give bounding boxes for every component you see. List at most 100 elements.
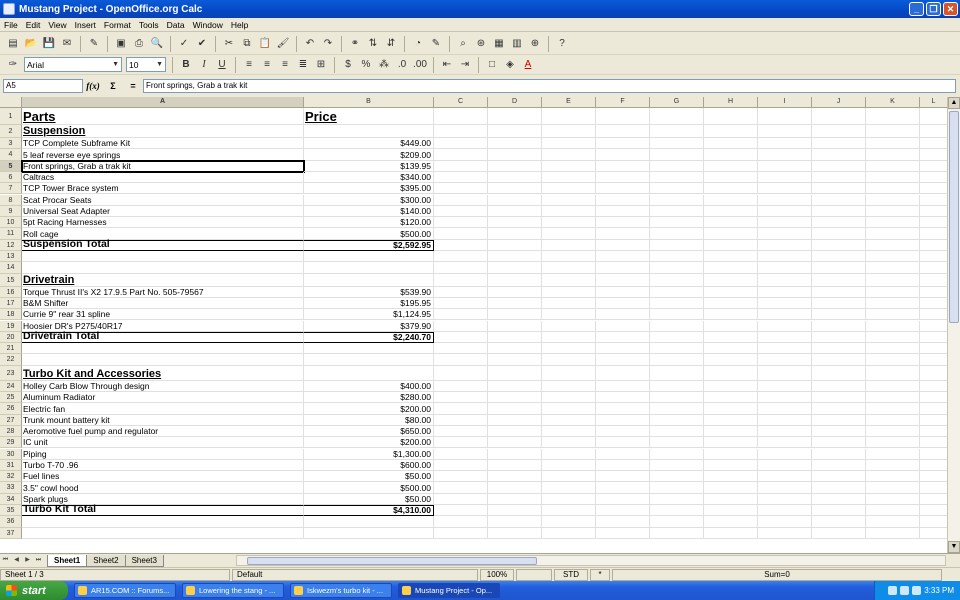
scroll-down-icon[interactable]: ▼	[948, 541, 960, 553]
tab-sheet1[interactable]: Sheet1	[47, 554, 88, 567]
cell-empty[interactable]	[488, 425, 542, 438]
cell-empty[interactable]	[866, 505, 920, 517]
autospell-icon[interactable]: ✔	[194, 36, 210, 52]
cell-empty[interactable]	[434, 493, 488, 505]
cell-empty[interactable]	[920, 381, 947, 392]
cell-empty[interactable]	[542, 171, 596, 184]
cell-empty[interactable]	[434, 354, 488, 366]
cell-empty[interactable]	[704, 194, 758, 206]
cell-empty[interactable]	[920, 321, 947, 332]
open-folder-icon[interactable]: 📂	[23, 36, 39, 52]
cell-empty[interactable]	[650, 414, 704, 426]
cell-empty[interactable]	[920, 449, 947, 460]
column-header-a[interactable]: A	[22, 97, 304, 108]
cell-empty[interactable]	[596, 392, 650, 404]
cell-empty[interactable]	[812, 414, 866, 426]
row-header[interactable]: 23	[0, 365, 22, 381]
cell-empty[interactable]	[920, 392, 947, 404]
cell-empty[interactable]	[542, 228, 596, 240]
cell-empty[interactable]	[650, 125, 704, 138]
cell-parts[interactable]: Suspension	[22, 125, 304, 138]
row-header[interactable]: 36	[0, 516, 22, 528]
cell-empty[interactable]	[758, 493, 812, 505]
row-header[interactable]: 10	[0, 217, 22, 229]
cell-empty[interactable]	[542, 471, 596, 483]
cell-empty[interactable]	[596, 365, 650, 381]
cell-empty[interactable]	[434, 171, 488, 184]
cell-empty[interactable]	[812, 354, 866, 366]
row-header[interactable]: 16	[0, 286, 22, 298]
cell-parts[interactable]	[22, 354, 304, 366]
next-sheet-icon[interactable]: ▶	[22, 555, 33, 566]
cell-empty[interactable]	[920, 482, 947, 494]
cell-empty[interactable]	[812, 425, 866, 438]
cell-empty[interactable]	[434, 403, 488, 415]
cell-empty[interactable]	[704, 516, 758, 528]
cell-empty[interactable]	[758, 459, 812, 472]
cell-empty[interactable]	[812, 171, 866, 184]
add-decimal-icon[interactable]: .0	[394, 57, 410, 73]
cell-empty[interactable]	[596, 309, 650, 321]
first-sheet-icon[interactable]: ⏮	[0, 555, 11, 566]
sort-ascending-icon[interactable]: ⇅	[365, 36, 381, 52]
zoom-icon[interactable]: ⊕	[527, 36, 543, 52]
save-icon[interactable]: 💾	[41, 36, 57, 52]
cell-empty[interactable]	[650, 217, 704, 229]
align-right-icon[interactable]: ≡	[277, 57, 293, 73]
vertical-scroll-thumb[interactable]	[949, 111, 959, 323]
cell-price[interactable]: $200.00	[304, 437, 434, 449]
cell-parts[interactable]: Scat Procar Seats	[22, 194, 304, 206]
cell-empty[interactable]	[596, 239, 650, 251]
cell-price[interactable]	[304, 365, 434, 381]
cell-empty[interactable]	[434, 505, 488, 517]
spellcheck-icon[interactable]: ✓	[176, 36, 192, 52]
cell-empty[interactable]	[866, 194, 920, 206]
cell-empty[interactable]	[650, 183, 704, 195]
cell-empty[interactable]	[488, 297, 542, 310]
cell-empty[interactable]	[488, 217, 542, 229]
edit-file-icon[interactable]: ✎	[86, 36, 102, 52]
cell-empty[interactable]	[812, 437, 866, 449]
cell-empty[interactable]	[596, 354, 650, 366]
name-box[interactable]: A5	[3, 79, 83, 93]
select-all-corner[interactable]	[0, 97, 22, 108]
cell-empty[interactable]	[758, 392, 812, 404]
cell-parts[interactable]: 5pt Racing Harnesses	[22, 217, 304, 229]
menu-format[interactable]: Format	[100, 20, 135, 30]
cell-empty[interactable]	[758, 365, 812, 381]
cell-empty[interactable]	[434, 459, 488, 472]
cell-price[interactable]: $280.00	[304, 392, 434, 404]
cell-parts[interactable]	[22, 343, 304, 355]
cell-empty[interactable]	[758, 239, 812, 251]
navigator-icon[interactable]: ⊛	[473, 36, 489, 52]
row-header[interactable]: 5	[0, 160, 22, 172]
cell-empty[interactable]	[542, 516, 596, 528]
cell-empty[interactable]	[650, 425, 704, 438]
cell-empty[interactable]	[434, 149, 488, 161]
cell-empty[interactable]	[704, 171, 758, 184]
cell-empty[interactable]	[704, 527, 758, 539]
cell-parts[interactable]: Front springs, Grab a trak kit	[21, 159, 305, 173]
cell-empty[interactable]	[596, 262, 650, 274]
cell-empty[interactable]	[596, 228, 650, 240]
cell-empty[interactable]	[866, 365, 920, 381]
print-icon[interactable]: ⎙	[131, 36, 147, 52]
cell-price[interactable]	[304, 527, 434, 539]
cell-empty[interactable]	[704, 459, 758, 472]
column-header-b[interactable]: B	[304, 97, 434, 108]
row-header[interactable]: 29	[0, 437, 22, 449]
cell-empty[interactable]	[866, 297, 920, 310]
cell-empty[interactable]	[488, 448, 542, 460]
cell-empty[interactable]	[704, 505, 758, 517]
cell-empty[interactable]	[812, 286, 866, 298]
cell-empty[interactable]	[542, 297, 596, 310]
column-header-h[interactable]: H	[704, 97, 758, 108]
row-header[interactable]: 20	[0, 331, 22, 344]
cell-empty[interactable]	[596, 205, 650, 218]
cell-empty[interactable]	[542, 160, 596, 172]
cell-empty[interactable]	[758, 505, 812, 517]
cell-empty[interactable]	[866, 239, 920, 251]
cell-empty[interactable]	[650, 380, 704, 392]
cell-empty[interactable]	[596, 149, 650, 161]
cell-empty[interactable]	[434, 448, 488, 460]
